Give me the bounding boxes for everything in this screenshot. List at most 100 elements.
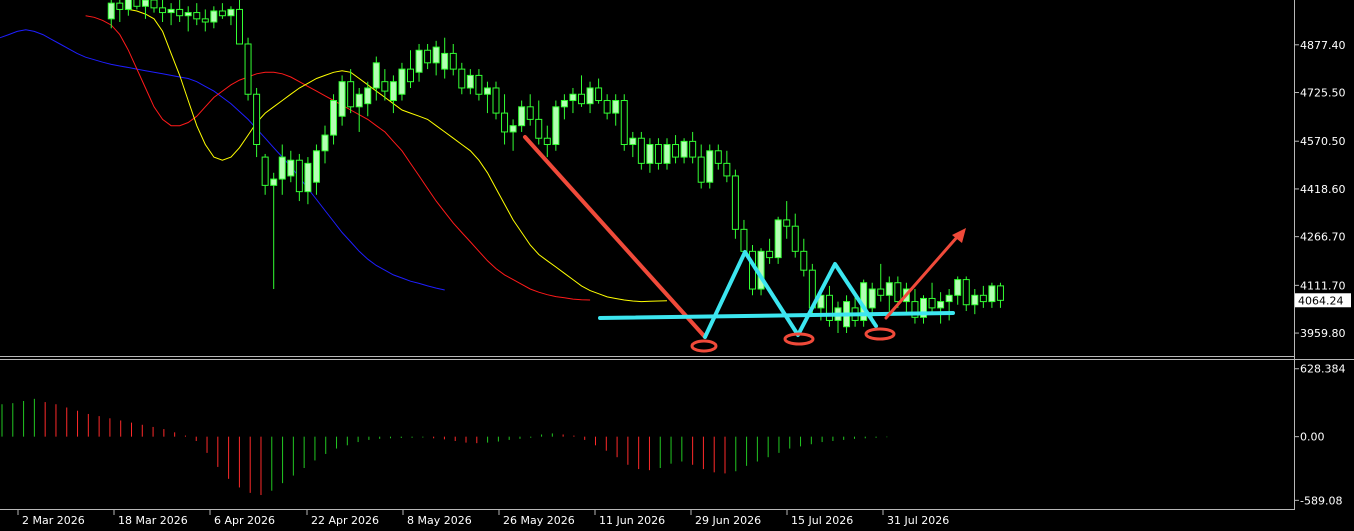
candle-bull (663, 144, 671, 164)
candle-bull (304, 162, 312, 193)
candle-bear (543, 137, 551, 146)
candle-bull (355, 93, 363, 108)
oscillator-panel (1, 398, 888, 496)
time-axis: 2 Mar 2026 18 Mar 2026 6 Apr 2026 22 Apr 20… (17, 510, 949, 527)
candle-bear (800, 250, 808, 271)
candle-bull (312, 150, 320, 183)
candle-bear (731, 175, 739, 230)
support-line (598, 311, 955, 320)
candle-bear (492, 87, 500, 114)
bottom-marker-circle (690, 339, 718, 353)
candle-bull (937, 301, 945, 309)
candle-bull (612, 100, 620, 114)
candle-bear (116, 2, 124, 10)
candle-bull (954, 279, 962, 296)
osc-tick-label: 0.00 (1300, 431, 1325, 444)
bottom-marker-circle (783, 332, 815, 346)
candle-bull (518, 106, 526, 127)
candle-bear (347, 81, 355, 108)
candle-bear (697, 156, 705, 183)
candle-bear (654, 144, 662, 164)
time-tick-label: 2 Mar 2026 (22, 514, 85, 527)
price-tick-label: 4570.50 (1300, 135, 1346, 148)
candle-bear (381, 81, 389, 92)
candle-bull (210, 10, 218, 23)
candle-bull (432, 46, 440, 64)
candle-bull (560, 100, 568, 108)
price-panel (0, 0, 1004, 353)
candle-bear (133, 0, 141, 7)
candle-bear (295, 159, 303, 193)
candle-bear (689, 140, 697, 158)
candle-bear (894, 282, 902, 303)
candle-bull (971, 294, 979, 306)
time-tick-label: 29 Jun 2026 (695, 514, 761, 527)
candle-bull (945, 294, 953, 303)
candle-bear (996, 285, 1004, 301)
candle-bear (176, 8, 184, 17)
candle-bear (723, 162, 731, 177)
current-price-label: 4064.24 (1298, 294, 1344, 307)
candle-bull (680, 140, 688, 158)
candle-bull (466, 74, 474, 89)
candle-bear (236, 8, 243, 45)
moving-averages (0, 8, 668, 303)
ma-fast-line (128, 8, 668, 303)
time-tick-label: 26 May 2026 (503, 514, 575, 527)
candle-bull (338, 81, 346, 117)
candle-bear (928, 297, 936, 309)
candle-bull (287, 159, 295, 177)
time-tick-label: 8 May 2026 (407, 514, 472, 527)
time-tick-label: 31 Jul 2026 (887, 514, 949, 527)
candle-bull (278, 156, 286, 180)
price-tick-label: 4111.70 (1300, 279, 1346, 292)
candle-bear (578, 93, 585, 105)
candle-bull (706, 150, 714, 183)
candle-bear (475, 74, 483, 95)
candle-bear (501, 112, 509, 133)
candle-bull (868, 288, 876, 309)
candle-bear (637, 137, 645, 164)
candle-bull (227, 8, 235, 17)
candlesticks (107, 0, 1004, 334)
price-tick-label: 4418.60 (1300, 183, 1346, 196)
candle-bull (270, 178, 278, 186)
candle-bull (646, 144, 654, 164)
candle-bull (483, 87, 491, 95)
candle-bull (988, 285, 996, 303)
triple-bottom-pattern (703, 250, 878, 339)
candle-bear (201, 18, 209, 23)
candle-bull (124, 0, 132, 10)
price-tick-label: 3959.80 (1300, 327, 1346, 340)
candle-bear (526, 106, 534, 120)
candle-bull (141, 0, 149, 7)
candle-bull (629, 137, 637, 146)
candle-bear (783, 219, 791, 227)
candle-bear (962, 279, 970, 306)
candle-bull (184, 12, 192, 17)
osc-tick-label: -589.08 (1300, 494, 1342, 507)
candle-bull (321, 134, 329, 152)
candle-bear (407, 68, 414, 83)
bottom-marker-circle (864, 327, 896, 341)
candle-bull (509, 125, 517, 133)
candle-bear (535, 118, 543, 139)
candle-bear (159, 7, 167, 14)
candle-bear (595, 87, 603, 102)
price-tick-label: 4877.40 (1300, 39, 1346, 52)
candle-bear (244, 43, 252, 95)
candle-bull (415, 49, 423, 73)
candle-bull (372, 62, 380, 89)
downtrend-arrow-line (523, 135, 707, 339)
price-axis: 4877.40 4725.50 4570.50 4418.60 4266.70 4111.… (1294, 39, 1351, 340)
candle-bear (714, 150, 722, 164)
candle-bull (774, 219, 782, 259)
time-tick-label: 18 Mar 2026 (118, 514, 188, 527)
candle-bull (389, 81, 397, 102)
candle-bear (150, 0, 158, 9)
candle-bear (877, 288, 885, 296)
candle-bull (364, 87, 372, 105)
candle-bear (603, 100, 611, 114)
ma-mid-line (85, 15, 591, 301)
candle-bear (424, 49, 432, 64)
